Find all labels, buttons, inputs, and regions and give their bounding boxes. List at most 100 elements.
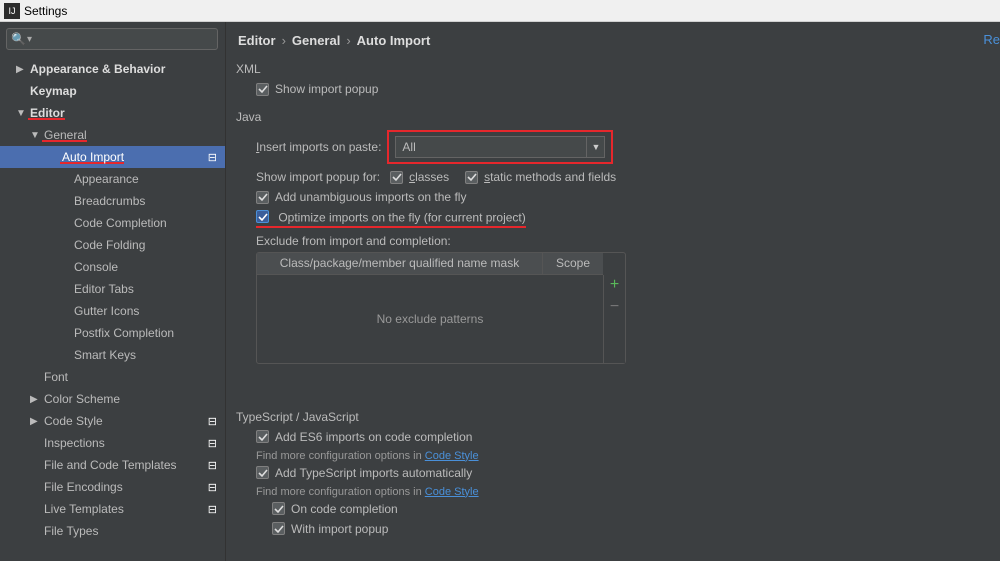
sidebar-item-label: Code Folding	[72, 238, 145, 252]
sidebar-item-keymap[interactable]: Keymap	[0, 80, 225, 102]
sidebar-item-editor-tabs[interactable]: Editor Tabs	[0, 278, 225, 300]
sidebar-item-smart-keys[interactable]: Smart Keys	[0, 344, 225, 366]
arrow-icon: ▼	[16, 108, 28, 119]
checkbox-checked-icon	[272, 502, 285, 515]
exclude-toolbar: + −	[603, 275, 625, 363]
sidebar-item-appearance-behavior[interactable]: ▶Appearance & Behavior	[0, 58, 225, 80]
add-unambiguous-row[interactable]: Add unambiguous imports on the fly	[256, 190, 990, 204]
exclude-col-scope: Scope	[543, 253, 603, 274]
xml-section-title: XML	[236, 62, 990, 76]
checkbox-checked-icon	[256, 466, 269, 479]
sidebar-item-label: Smart Keys	[72, 348, 136, 362]
ts-note-2: Find more configuration options in Code …	[256, 486, 990, 498]
sidebar-item-label: Appearance	[72, 172, 139, 186]
sidebar-item-label: Editor	[28, 106, 65, 120]
sidebar-item-appearance[interactable]: Appearance	[0, 168, 225, 190]
sidebar-item-label: Font	[42, 370, 68, 384]
sidebar-item-label: Editor Tabs	[72, 282, 134, 296]
insert-imports-select[interactable]: All ▼	[395, 136, 605, 158]
on-completion-row[interactable]: On code completion	[272, 502, 990, 516]
checkbox-checked-icon	[256, 210, 269, 223]
window-title: Settings	[24, 4, 67, 18]
ts-section-title: TypeScript / JavaScript	[236, 410, 990, 424]
checkbox-checked-icon	[272, 522, 285, 535]
sidebar-item-label: File Encodings	[42, 480, 123, 494]
sidebar-item-label: File Types	[42, 524, 98, 538]
sidebar-item-code-folding[interactable]: Code Folding	[0, 234, 225, 256]
plus-icon[interactable]: +	[610, 277, 619, 293]
breadcrumb: Editor › General › Auto Import	[226, 22, 1000, 58]
exclude-empty-text: No exclude patterns	[257, 275, 603, 363]
settings-icon: ⊟	[208, 481, 217, 494]
sidebar-item-color-scheme[interactable]: ▶Color Scheme	[0, 388, 225, 410]
sidebar: 🔍 ▾ ▶Appearance & BehaviorKeymap▼Editor▼…	[0, 22, 226, 561]
exclude-col-mask: Class/package/member qualified name mask	[257, 253, 543, 274]
show-popup-for-label: Show import popup for:	[256, 170, 380, 184]
chevron-down-icon: ▾	[27, 34, 32, 45]
add-ts-row[interactable]: Add TypeScript imports automatically	[256, 466, 990, 480]
sidebar-item-font[interactable]: Font	[0, 366, 225, 388]
sidebar-item-file-types[interactable]: File Types	[0, 520, 225, 542]
add-es6-row[interactable]: Add ES6 imports on code completion	[256, 430, 990, 444]
chevron-right-icon: ›	[282, 33, 286, 48]
sidebar-item-label: Gutter Icons	[72, 304, 139, 318]
chevron-down-icon: ▼	[586, 137, 604, 157]
with-popup-label: With import popup	[291, 522, 388, 536]
search-icon: 🔍	[11, 32, 26, 46]
sidebar-item-file-encodings[interactable]: File Encodings ⊟	[0, 476, 225, 498]
minus-icon: −	[610, 299, 619, 315]
classes-label: classes	[409, 170, 449, 184]
sidebar-item-console[interactable]: Console	[0, 256, 225, 278]
code-style-link[interactable]: Code Style	[425, 450, 479, 462]
sidebar-item-live-templates[interactable]: Live Templates ⊟	[0, 498, 225, 520]
xml-show-popup-row[interactable]: Show import popup	[256, 82, 990, 96]
sidebar-item-label: Console	[72, 260, 118, 274]
ts-note-1: Find more configuration options in Code …	[256, 450, 990, 462]
sidebar-item-label: Color Scheme	[42, 392, 120, 406]
sidebar-item-label: Live Templates	[42, 502, 124, 516]
optimize-imports-row[interactable]: Optimize imports on the fly (for current…	[256, 210, 990, 228]
sidebar-item-code-style[interactable]: ▶Code Style⊟	[0, 410, 225, 432]
xml-show-popup-label: Show import popup	[275, 82, 378, 96]
top-right-link[interactable]: Re	[983, 32, 1000, 47]
sidebar-item-label: Keymap	[28, 84, 77, 98]
checkbox-checked-icon	[256, 191, 269, 204]
sidebar-item-postfix-completion[interactable]: Postfix Completion	[0, 322, 225, 344]
sidebar-item-general[interactable]: ▼General	[0, 124, 225, 146]
chevron-right-icon: ›	[346, 33, 350, 48]
static-label: static methods and fields	[484, 170, 616, 184]
sidebar-item-editor[interactable]: ▼Editor	[0, 102, 225, 124]
sidebar-item-file-and-code-templates[interactable]: File and Code Templates⊟	[0, 454, 225, 476]
breadcrumb-1: Editor	[238, 33, 276, 48]
insert-imports-row: Insert imports on paste: All ▼	[256, 130, 990, 164]
sidebar-item-label: Code Completion	[72, 216, 167, 230]
body-area: XML Show import popup Java Insert import…	[226, 58, 1000, 561]
app-icon: IJ	[4, 3, 20, 19]
sidebar-item-label: Breadcrumbs	[72, 194, 145, 208]
exclude-panel: Class/package/member qualified name mask…	[256, 252, 626, 364]
breadcrumb-3: Auto Import	[357, 33, 431, 48]
add-ts-label: Add TypeScript imports automatically	[275, 466, 472, 480]
sidebar-item-auto-import[interactable]: Auto Import⊟	[0, 146, 225, 168]
search-input[interactable]: 🔍 ▾	[6, 28, 218, 50]
sidebar-item-code-completion[interactable]: Code Completion	[0, 212, 225, 234]
settings-icon: ⊟	[208, 415, 217, 428]
code-style-link[interactable]: Code Style	[425, 486, 479, 498]
sidebar-item-label: Appearance & Behavior	[28, 62, 165, 76]
settings-icon: ⊟	[208, 503, 217, 516]
breadcrumb-2: General	[292, 33, 340, 48]
red-highlight-box: All ▼	[387, 130, 613, 164]
sidebar-item-inspections[interactable]: Inspections⊟	[0, 432, 225, 454]
with-popup-row[interactable]: With import popup	[272, 522, 990, 536]
checkbox-checked-icon[interactable]	[465, 171, 478, 184]
show-popup-for-row: Show import popup for: classes static me…	[256, 170, 990, 184]
sidebar-item-label: General	[42, 128, 87, 142]
select-value: All	[396, 140, 586, 154]
add-unambiguous-label: Add unambiguous imports on the fly	[275, 190, 466, 204]
sidebar-item-breadcrumbs[interactable]: Breadcrumbs	[0, 190, 225, 212]
checkbox-checked-icon	[256, 430, 269, 443]
checkbox-checked-icon[interactable]	[390, 171, 403, 184]
sidebar-item-gutter-icons[interactable]: Gutter Icons	[0, 300, 225, 322]
exclude-label: Exclude from import and completion:	[256, 234, 990, 248]
arrow-icon: ▶	[30, 416, 42, 427]
